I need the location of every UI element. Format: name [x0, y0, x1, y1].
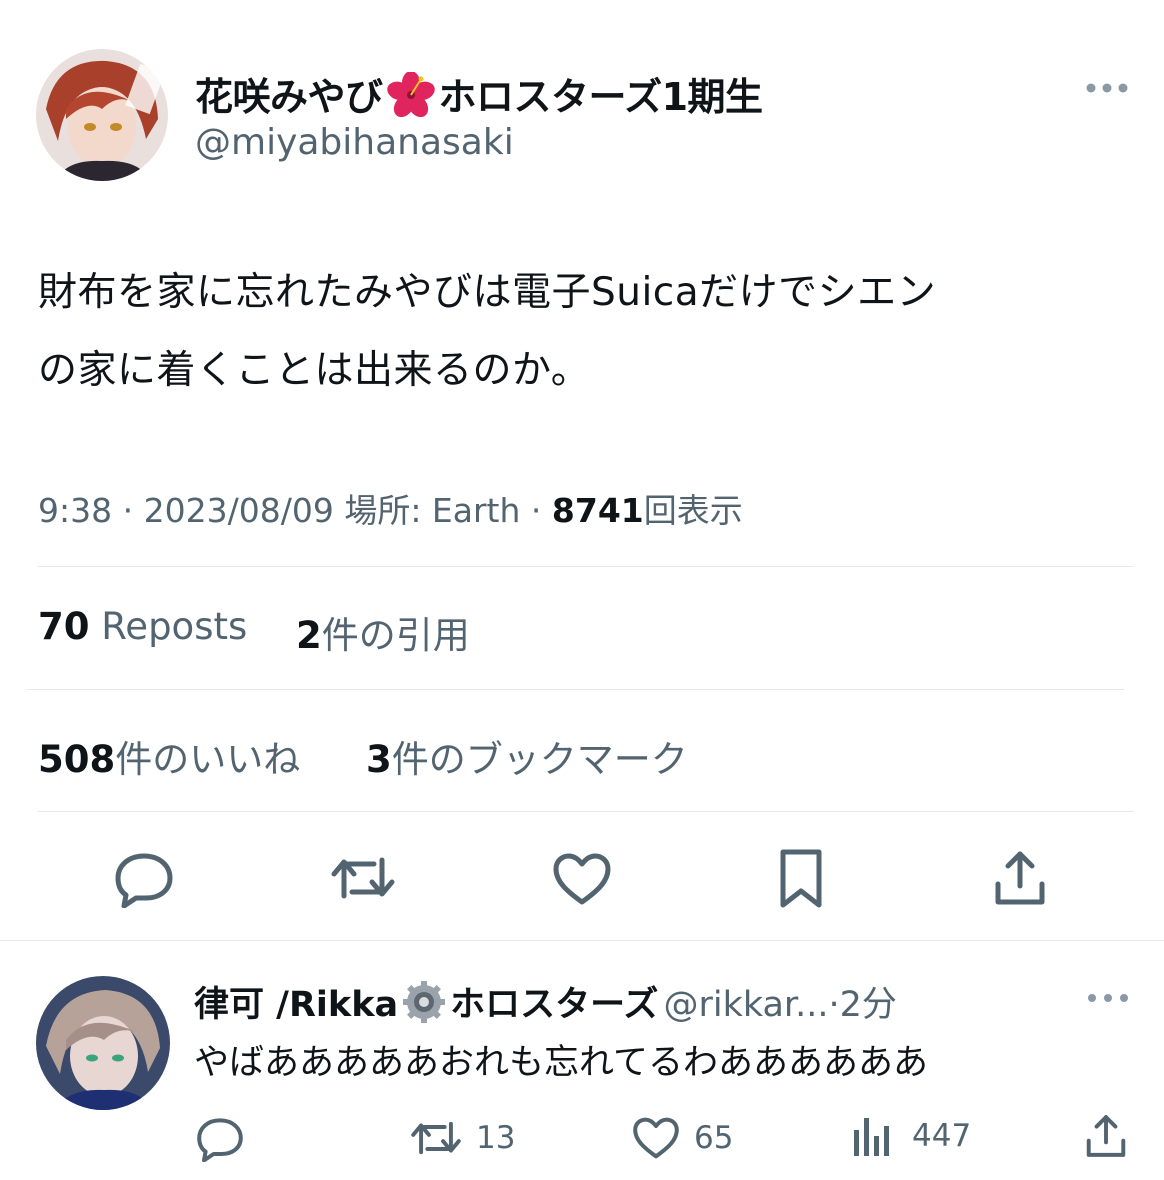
reply-repost-button[interactable]: 13 — [410, 1116, 515, 1160]
reply-like-count: 65 — [694, 1120, 734, 1156]
post-location: 場所: Earth — [344, 491, 521, 530]
views-label: 回表示 — [643, 491, 743, 530]
author-avatar[interactable] — [36, 49, 168, 181]
reply-separator: · — [828, 985, 840, 1025]
reply-icon — [115, 853, 173, 908]
author-name-suffix: ホロスターズ1期生 — [438, 75, 764, 119]
divider — [38, 811, 1134, 812]
reply-time[interactable]: 2分 — [840, 985, 897, 1025]
post-meta: 9:38 · 2023/08/09 場所: Earth · 8741回表示 — [38, 484, 743, 532]
divider — [38, 566, 1134, 567]
views-count: 8741 — [551, 491, 644, 530]
reply-reply-button[interactable] — [196, 1114, 244, 1162]
repost-icon — [411, 1121, 461, 1155]
reposts-label: Reposts — [101, 605, 248, 648]
meta-separator: · — [122, 491, 134, 530]
reply-button[interactable] — [114, 848, 174, 908]
post-time[interactable]: 9:38 — [38, 491, 112, 530]
more-options-icon[interactable] — [1084, 80, 1130, 100]
likes-count: 508 — [38, 738, 116, 781]
quotes-count: 2 — [296, 614, 322, 657]
reply-header: 律可 /Rikka ホロスターズ @rikkar...·2分 — [194, 976, 897, 1033]
bookmarks-stat[interactable]: 3件のブックマーク — [366, 729, 688, 783]
author-name-prefix: 花咲みやび — [195, 75, 383, 119]
reply-author-avatar[interactable] — [36, 976, 170, 1110]
reply-text: やばあああああおれも忘れてるわああああああ — [194, 1043, 928, 1083]
likes-stat[interactable]: 508件のいいね — [38, 729, 300, 783]
heart-icon — [553, 853, 611, 905]
reply-repost-count: 13 — [476, 1120, 516, 1156]
post-date[interactable]: 2023/08/09 — [144, 491, 334, 530]
author-handle[interactable]: @miyabihanasaki — [195, 122, 514, 163]
divider — [0, 940, 1164, 941]
reply-author-name[interactable]: 律可 /Rikka ホロスターズ — [194, 980, 659, 1025]
bookmark-button[interactable] — [778, 848, 824, 910]
post-text-line-1: 財布を家に忘れたみやびは電子Suicaだけでシエン — [38, 270, 937, 315]
share-icon — [1086, 1115, 1126, 1157]
heart-icon — [633, 1117, 679, 1159]
hibiscus-icon — [383, 71, 439, 127]
share-icon — [995, 851, 1045, 905]
reply-author-handle[interactable]: @rikkar... — [663, 985, 828, 1025]
post-text-line-2: の家に着くことは出来るのか。 — [38, 348, 591, 393]
analytics-icon — [854, 1118, 889, 1156]
bookmarks-count: 3 — [366, 738, 392, 781]
reply-views-count: 447 — [912, 1118, 972, 1154]
reply-more-options-icon[interactable] — [1086, 990, 1130, 1009]
divider — [26, 689, 1124, 690]
repost-icon — [331, 857, 395, 899]
bookmarks-label: 件のブックマーク — [391, 738, 688, 781]
bookmark-icon — [780, 849, 822, 908]
reply-icon — [197, 1118, 243, 1162]
reply-share-button[interactable] — [1084, 1112, 1128, 1160]
gear-icon — [398, 980, 450, 1033]
repost-button[interactable] — [330, 850, 396, 906]
likes-label: 件のいいね — [115, 738, 301, 781]
quotes-label: 件の引用 — [321, 614, 470, 657]
like-button[interactable] — [552, 852, 612, 906]
author-display-name[interactable]: 花咲みやび ホロスターズ1期生 — [195, 66, 763, 127]
reply-name-suffix: ホロスターズ — [450, 985, 659, 1025]
reposts-count: 70 — [38, 605, 90, 648]
reposts-stat[interactable]: 70 Reposts — [38, 605, 247, 648]
reply-name-prefix: 律可 /Rikka — [194, 985, 399, 1025]
meta-separator: · — [530, 491, 542, 530]
reply-views-button[interactable]: 447 — [852, 1114, 971, 1158]
reply-like-button[interactable]: 65 — [632, 1116, 733, 1160]
quotes-stat[interactable]: 2件の引用 — [296, 605, 470, 659]
post-text: 財布を家に忘れたみやびは電子Suicaだけでシエン の家に着くことは出来るのか。 — [38, 254, 1138, 410]
share-button[interactable] — [992, 848, 1048, 908]
